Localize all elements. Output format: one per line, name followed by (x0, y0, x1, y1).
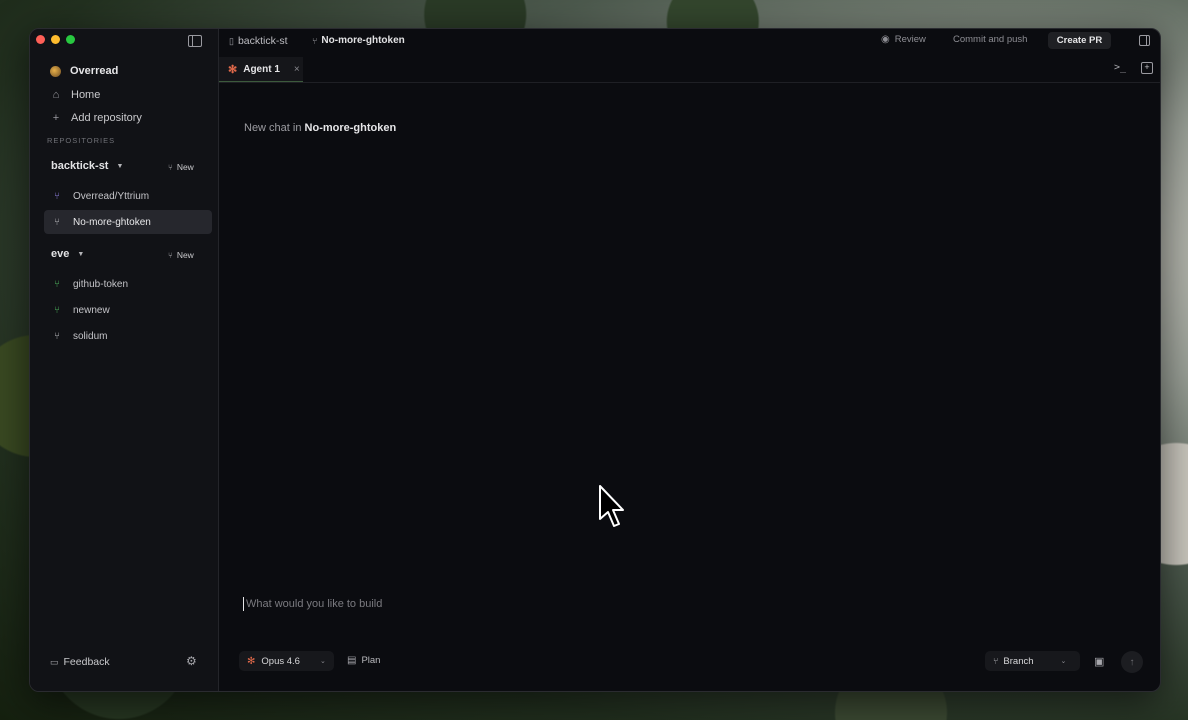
branch-label: newnew (73, 304, 110, 316)
sidebar-item-label: Home (71, 89, 101, 101)
terminal-icon[interactable]: >_ (1114, 62, 1126, 73)
close-tab-icon[interactable]: × (294, 64, 300, 75)
sidebar-item-label: Add repository (71, 112, 142, 124)
breadcrumb-branch[interactable]: ⑂ No-more-ghtoken (312, 35, 405, 46)
maximize-window-button[interactable] (66, 35, 75, 44)
arrow-up-icon: ↑ (1129, 656, 1135, 668)
branch-icon: ⑂ (54, 216, 60, 228)
sidebar-item-branch[interactable]: ⑂ Overread/Yttrium (44, 184, 212, 208)
review-label: Review (894, 34, 926, 45)
chevron-down-icon: ⌄ (319, 658, 326, 665)
chevron-down-icon: ⌄ (1060, 658, 1067, 665)
plan-label: Plan (361, 655, 381, 666)
plus-icon: + (52, 112, 60, 124)
feedback-button[interactable]: ▭ Feedback (50, 656, 110, 668)
image-attach-icon[interactable]: ▣ (1094, 655, 1104, 668)
sidebar-item-branch[interactable]: ⑂ solidum (44, 324, 212, 348)
sidebar-item-branch-active[interactable]: ⑂ No-more-ghtoken (44, 210, 212, 234)
workspace-item[interactable]: Overread (50, 65, 118, 77)
toggle-right-panel-icon[interactable] (1139, 35, 1150, 46)
new-label: New (176, 250, 194, 260)
model-label: Opus 4.6 (261, 655, 300, 667)
toggle-sidebar-icon[interactable] (188, 35, 202, 47)
home-icon: ⌂ (52, 89, 60, 101)
breadcrumb-repo[interactable]: ▯ backtick-st (229, 35, 288, 47)
new-chat-prefix: New chat in (244, 122, 302, 134)
app-window: Overread ⌂ Home + Add repository REPOSIT… (29, 28, 1161, 692)
breadcrumb-repo-label: backtick-st (237, 35, 288, 47)
model-selector[interactable]: ✻ Opus 4.6 ⌄ (239, 651, 334, 671)
branch-new-icon: ⑂ (168, 250, 173, 260)
breadcrumb-branch-label: No-more-ghtoken (321, 35, 405, 46)
caret-down-icon: ▼ (77, 250, 85, 258)
feedback-icon: ▭ (50, 656, 59, 667)
branch-icon: ⑂ (993, 656, 999, 666)
workspace-avatar (50, 65, 61, 77)
new-chat-heading: New chat in No-more-ghtoken (244, 122, 396, 134)
claude-burst-icon: ✻ (247, 655, 256, 667)
mouse-cursor-icon (599, 485, 624, 527)
sidebar-item-branch[interactable]: ⑂ newnew (44, 298, 212, 322)
repo-name: eve (51, 248, 70, 260)
new-branch-button[interactable]: ⑂ New (168, 250, 194, 260)
branch-icon: ⑂ (312, 35, 318, 46)
new-branch-button[interactable]: ⑂ New (168, 162, 194, 172)
caret-down-icon: ▼ (116, 162, 124, 170)
new-chat-branch: No-more-ghtoken (304, 122, 397, 134)
branch-label: Overread/Yttrium (73, 190, 150, 202)
tab-bar: ✻ Agent 1 × >_ + (219, 57, 1160, 83)
branch-label: solidum (73, 330, 108, 342)
tab-agent-1[interactable]: ✻ Agent 1 × (219, 57, 303, 82)
top-bar: ▯ backtick-st ⑂ No-more-ghtoken ◉ Review… (219, 29, 1160, 53)
claude-burst-icon: ✻ (228, 63, 238, 76)
window-controls (36, 35, 75, 44)
review-button[interactable]: ◉ Review (881, 34, 926, 45)
commit-push-button[interactable]: Commit and push (953, 34, 1027, 45)
workspace-name: Overread (70, 65, 119, 77)
pull-request-icon: ⑂ (54, 304, 60, 316)
clipboard-icon: ▤ (347, 655, 357, 666)
pull-request-icon: ⑂ (54, 278, 60, 290)
branch-label: github-token (73, 278, 129, 290)
branch-selector-label: Branch (1003, 655, 1034, 667)
plan-button[interactable]: ▤ Plan (347, 655, 380, 666)
commit-push-label: Commit and push (953, 34, 1028, 45)
sidebar: Overread ⌂ Home + Add repository REPOSIT… (30, 29, 219, 691)
branch-selector[interactable]: ⑂ Branch ⌄ (985, 651, 1080, 671)
new-label: New (176, 162, 194, 172)
send-button[interactable]: ↑ (1121, 651, 1143, 673)
sidebar-item-home[interactable]: ⌂ Home (50, 89, 101, 101)
add-repository-button[interactable]: + Add repository (50, 112, 142, 124)
repo-header-eve[interactable]: eve ▼ (51, 248, 84, 260)
gear-icon[interactable]: ⚙ (186, 654, 197, 668)
repo-icon: ▯ (229, 35, 234, 46)
branch-icon: ⑂ (54, 330, 60, 342)
branch-new-icon: ⑂ (168, 162, 173, 172)
merge-icon: ⑂ (54, 190, 60, 202)
eye-icon: ◉ (881, 34, 890, 45)
close-window-button[interactable] (36, 35, 45, 44)
sidebar-item-branch[interactable]: ⑂ github-token (44, 272, 212, 296)
prompt-input[interactable] (243, 597, 808, 611)
minimize-window-button[interactable] (51, 35, 60, 44)
repo-name: backtick-st (51, 160, 109, 172)
repositories-section-title: REPOSITORIES (47, 136, 116, 145)
new-tab-icon[interactable]: + (1141, 62, 1153, 74)
branch-label: No-more-ghtoken (73, 216, 151, 228)
create-pr-button[interactable]: Create PR (1048, 32, 1111, 49)
tab-label: Agent 1 (243, 63, 280, 75)
repo-header-backtick-st[interactable]: backtick-st ▼ (51, 160, 123, 172)
feedback-label: Feedback (63, 656, 110, 668)
